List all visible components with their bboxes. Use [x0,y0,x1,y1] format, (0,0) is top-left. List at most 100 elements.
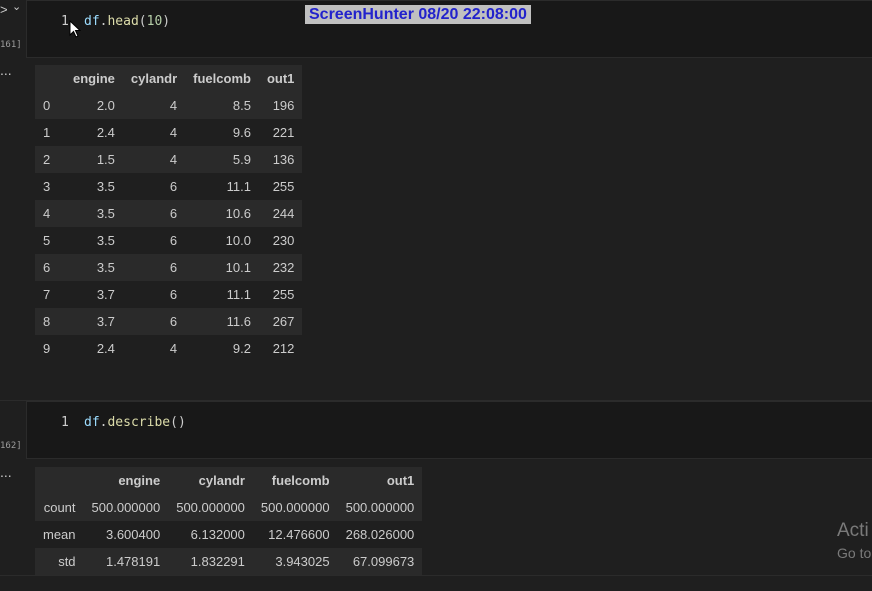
table-cell: 500.000000 [260,500,330,515]
code-line-head[interactable]: df.head(10) [84,14,170,29]
table-cell: 3.7 [96,314,115,329]
table-cell: 6 [169,287,178,302]
table-cell: 196 [272,98,295,113]
code-fn: head [107,14,139,29]
table-row: std 1.478191 1.832291 3.943025 67.099673 [35,548,423,575]
table-row: 8 3.7 6 11.6 267 [35,308,303,335]
table-cell: 4 [169,125,178,140]
table-cell: 6 [169,314,178,329]
dataframe-describe-table: engine cylandr fuelcomb out1 count 500.00… [35,467,423,575]
table-cell: 3.5 [96,233,115,248]
table-row: 4 3.5 6 10.6 244 [35,200,303,227]
table-row: mean 3.600400 6.132000 12.476600 268.026000 [35,521,423,548]
cell-divider [0,575,872,576]
table-cell: 6.132000 [190,527,245,542]
row-index: 9 [43,341,51,356]
table-cell: 221 [272,125,295,140]
code-cell-describe[interactable]: 1 df.describe() [26,401,872,459]
table-cell: 500.000000 [345,500,415,515]
chevron-down-icon[interactable]: ⌄ [12,0,21,13]
mouse-cursor-icon [69,20,81,38]
row-index: 2 [43,152,51,167]
table-row: 7 3.7 6 11.1 255 [35,281,303,308]
execution-count: 162] [0,441,22,451]
table-cell: 255 [272,179,295,194]
table-cell: 500.000000 [176,500,245,515]
table-cell: 3.5 [96,179,115,194]
code-paren-open: ( [138,14,147,29]
row-index: mean [43,527,76,542]
code-arg: 10 [146,14,163,29]
index-header [35,467,84,494]
line-number: 1 [61,415,69,430]
table-cell: 1.5 [96,152,115,167]
screenhunter-watermark: ScreenHunter 08/20 22:08:00 [305,5,531,24]
column-header: out1 [337,467,423,494]
table-row: count 500.000000 500.000000 500.000000 500.0… [35,494,423,521]
table-cell: 3.5 [96,206,115,221]
table-cell: 10.0 [225,233,251,248]
run-cell-icon[interactable]: > [0,2,8,17]
code-paren-close: ) [177,415,186,430]
table-cell: 5.9 [232,152,251,167]
table-cell: 268.026000 [345,527,415,542]
output-more-icon[interactable]: ... [0,62,12,78]
table-cell: 500.000000 [91,500,161,515]
table-cell: 11.1 [226,287,251,302]
table-cell: 230 [272,233,295,248]
table-cell: 10.6 [225,206,251,221]
table-cell: 1.478191 [105,554,161,569]
table-cell: 6 [169,179,178,194]
activate-windows-title: Acti [837,520,869,541]
table-cell: 2.4 [96,125,115,140]
table-cell: 4 [169,341,178,356]
table-cell: 11.6 [226,314,251,329]
code-fn: describe [107,415,171,430]
dataframe-head-table: engine cylandr fuelcomb out1 0 2.0 4 8.5 196… [35,65,303,362]
table-row: 3 3.5 6 11.1 255 [35,173,303,200]
table-cell: 244 [272,206,295,221]
table-row: 9 2.4 4 9.2 212 [35,335,303,362]
table-row: 1 2.4 4 9.6 221 [35,119,303,146]
table-cell: 9.2 [232,341,251,356]
table-row: 5 3.5 6 10.0 230 [35,227,303,254]
column-header: engine [83,467,169,494]
row-index: 4 [43,206,51,221]
table-row: 2 1.5 4 5.9 136 [35,146,303,173]
table-cell: 212 [272,341,295,356]
table-row: 0 2.0 4 8.5 196 [35,92,303,119]
code-line-describe[interactable]: df.describe() [84,415,186,430]
row-index: 7 [43,287,51,302]
table-cell: 267 [272,314,295,329]
table-cell: 3.5 [96,260,115,275]
code-paren-open: ( [170,415,178,430]
table-header-row: engine cylandr fuelcomb out1 [35,65,303,92]
table-cell: 10.1 [225,260,251,275]
line-number: 1 [61,14,69,29]
table-cell: 6 [169,233,178,248]
row-index: 3 [43,179,51,194]
code-var: df [84,14,100,29]
table-cell: 2.0 [96,98,115,113]
execution-count: 161] [0,40,22,50]
table-header-row: engine cylandr fuelcomb out1 [35,467,423,494]
table-cell: 11.1 [226,179,251,194]
column-header: cylandr [122,65,186,92]
table-cell: 136 [272,152,295,167]
table-cell: 4 [169,152,178,167]
table-cell: 6 [169,260,178,275]
row-index: 0 [43,98,51,113]
column-header: fuelcomb [252,467,338,494]
table-cell: 3.943025 [275,554,330,569]
table-row: 6 3.5 6 10.1 232 [35,254,303,281]
code-paren-close: ) [162,14,171,29]
column-header: out1 [258,65,303,92]
table-cell: 2.4 [96,341,115,356]
row-index: 8 [43,314,51,329]
table-cell: 1.832291 [190,554,245,569]
table-cell: 4 [169,98,178,113]
output-more-icon[interactable]: ... [0,464,12,480]
table-cell: 3.7 [96,287,115,302]
index-header [35,65,65,92]
table-cell: 255 [272,287,295,302]
